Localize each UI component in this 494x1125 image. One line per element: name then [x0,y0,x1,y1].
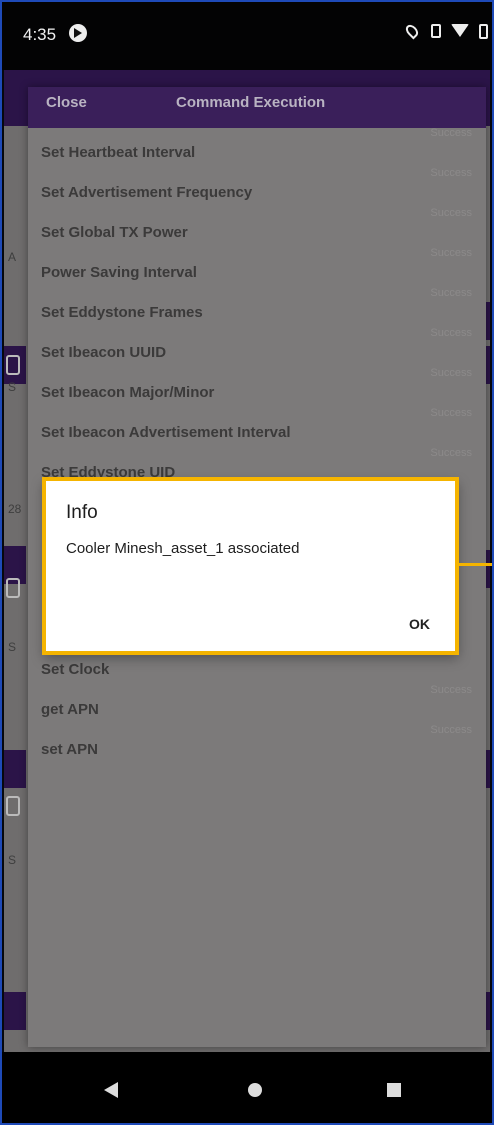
command-result: Success [430,684,472,696]
command-label: Set Global TX Power [41,224,188,241]
battery-icon [479,24,488,39]
command-result: Success [430,247,472,259]
background-section-band [4,750,26,788]
command-label: Power Saving Interval [41,264,197,281]
device-icon [6,796,20,816]
info-dialog: Info Cooler Minesh_asset_1 associated OK [44,480,458,654]
sheet-title: Command Execution [176,94,326,111]
background-text: S [8,853,17,867]
command-result: Success [430,724,472,736]
command-label: Set Ibeacon Advertisement Interval [41,424,291,441]
system-icons [403,22,488,40]
ok-button[interactable]: OK [409,616,430,632]
back-icon[interactable] [104,1082,118,1098]
command-label: Set Ibeacon UUID [41,344,167,361]
dialog-message: Cooler Minesh_asset_1 associated [66,540,300,557]
location-icon [403,22,421,40]
close-button[interactable]: Close [46,94,87,111]
command-label: get APN [41,701,99,718]
sheet-header: Close Command Execution [28,87,486,128]
command-result: Success [430,127,472,139]
device-icon [6,578,20,598]
command-result: Success [430,407,472,419]
command-label: Set Ibeacon Major/Minor [41,384,215,401]
navigation-bar [0,1052,494,1125]
command-result: Success [430,327,472,339]
command-label: Set Eddystone Frames [41,304,203,321]
command-result: Success [430,367,472,379]
background-section-band [4,992,26,1030]
app-notification-icon [69,24,87,42]
command-result: Success [430,447,472,459]
background-text: S [8,380,17,394]
command-result: Success [430,207,472,219]
highlight-connector [459,563,494,566]
command-label: Set Advertisement Frequency [41,184,253,201]
command-result: Success [430,287,472,299]
command-label: set APN [41,741,98,758]
command-label: Set Heartbeat Interval [41,144,196,161]
device-icon [6,355,20,375]
command-result: Success [430,167,472,179]
wifi-icon [451,24,469,37]
status-time: 4:35 [23,25,57,44]
background-text: 28 [8,502,22,516]
status-bar: 4:35 [0,0,494,70]
background-text: A [8,250,17,264]
background-text: S [8,640,17,654]
vibrate-icon [431,24,441,38]
command-label: Set Eddystone UID [41,464,176,481]
recents-icon[interactable] [387,1083,401,1097]
command-label: Set Clock [41,661,110,678]
home-icon[interactable] [248,1083,262,1097]
dialog-title: Info [66,502,98,523]
